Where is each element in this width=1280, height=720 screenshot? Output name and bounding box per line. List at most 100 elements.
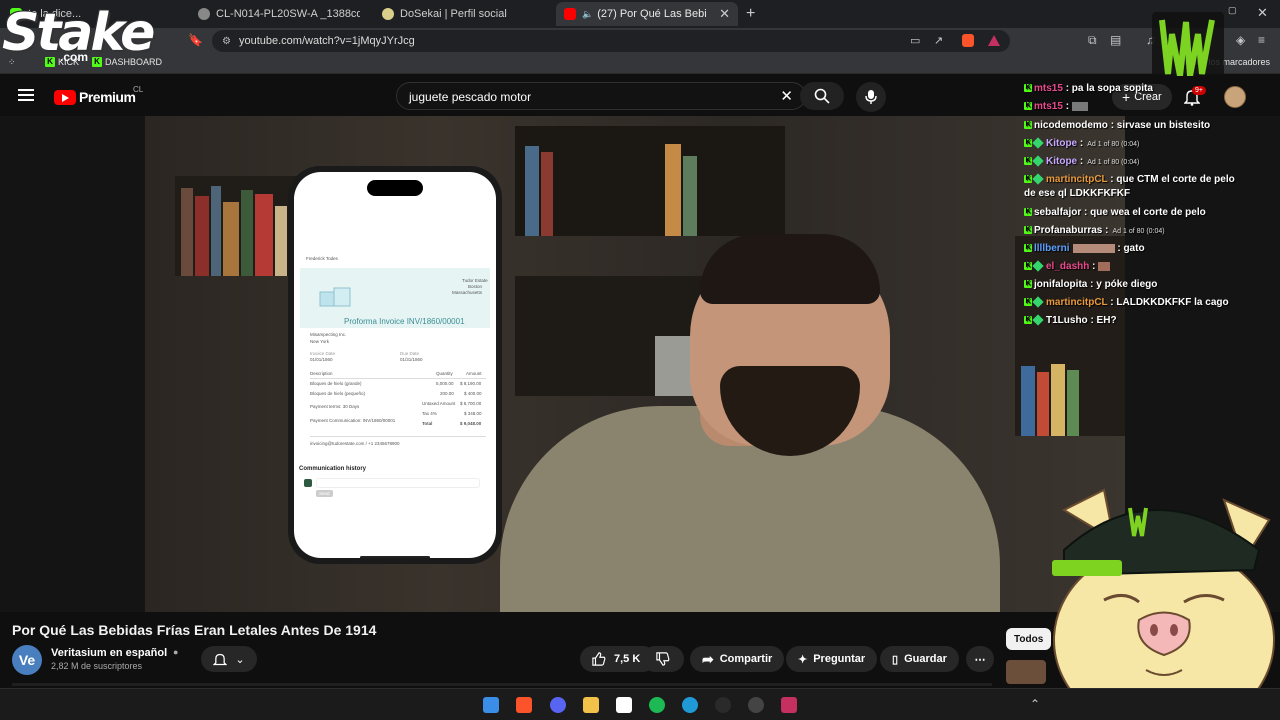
brave-shields-icon[interactable]: [962, 34, 974, 47]
new-tab-icon[interactable]: +: [746, 5, 755, 23]
book: [665, 144, 681, 236]
address-bar-row: 🔖 ⚙ youtube.com/watch?v=1jMqyJYrJcg ▭ ↗ …: [0, 28, 1280, 54]
tab-label: CL-N014-PL20SW-A _1388cd001ff64: [216, 8, 360, 20]
brave-rewards-icon[interactable]: [988, 35, 1000, 46]
bookmark-icon[interactable]: 🔖: [188, 33, 203, 47]
chat-message: KmartincitpCL : LALDKKDKFKF la cago: [1024, 296, 1229, 309]
monster-logo: [1152, 12, 1224, 86]
more-icon: ⋯: [974, 653, 986, 666]
share-icon[interactable]: ↗: [934, 34, 943, 47]
youtube-logo[interactable]: Premium: [54, 89, 136, 105]
related-video-thumbnail[interactable]: [1006, 660, 1046, 684]
tab-dosekai[interactable]: DoSekai | Perfil social: [382, 2, 542, 26]
clear-search-icon[interactable]: ✕: [780, 87, 793, 105]
kick-badge-icon: K: [1024, 244, 1032, 253]
valorant-icon[interactable]: [781, 697, 797, 713]
capture-icon[interactable]: [616, 697, 632, 713]
col-quantity: Quantity: [436, 371, 453, 376]
chat-text: : gato: [1117, 243, 1145, 254]
tab-cl[interactable]: CL-N014-PL20SW-A _1388cd001ff64: [198, 2, 360, 26]
cast-icon[interactable]: ▭: [910, 34, 920, 47]
tax-label: Tax 4%: [422, 411, 437, 416]
chat-text: de ese ql LDKKFKFKF: [1024, 188, 1131, 199]
dislike-button[interactable]: [642, 646, 684, 672]
send-button[interactable]: Send: [316, 490, 333, 497]
youtube-play-icon: [54, 89, 76, 105]
channel-avatar[interactable]: Ve: [12, 645, 42, 675]
kick-badge-icon: K: [1024, 102, 1032, 111]
menu-icon[interactable]: ≡: [1258, 33, 1265, 47]
chat-message: K Profanaburras : Ad 1 of 80 (0:04): [1024, 224, 1165, 238]
windows-start-icon[interactable]: [483, 697, 499, 713]
chat-text: :: [1079, 156, 1084, 167]
chat-message: Kel_dashh :: [1024, 260, 1111, 273]
share-button[interactable]: ➦ Compartir: [690, 646, 785, 672]
chat-ad-label: Ad 1 of 80 (0:04): [1112, 228, 1165, 235]
extensions-icon[interactable]: ⧉: [1088, 33, 1097, 48]
invoice-row-desc: Bloques de hielo (pequeño): [310, 391, 366, 396]
message-input[interactable]: [316, 478, 480, 488]
youtube-logo-text: Premium: [79, 89, 136, 105]
book: [211, 186, 221, 276]
chat-username: martincitpCL: [1046, 174, 1108, 185]
chat-message: Ksebalfajor : que wea el corte de pelo: [1024, 206, 1206, 219]
invoice-row-desc: Bloques de hielo (grande): [310, 381, 362, 386]
window-close-icon[interactable]: ✕: [1257, 5, 1268, 21]
chat-ad-label: Ad 1 of 80 (0:04): [1087, 159, 1140, 166]
book: [241, 190, 253, 276]
site-info-icon[interactable]: ⚙: [222, 36, 231, 47]
vpn-icon[interactable]: ◈: [1236, 33, 1245, 47]
chat-text: : pa la sopa sopita: [1065, 83, 1153, 94]
channel-name[interactable]: Veritasium en español: [51, 647, 167, 659]
payment-terms: Payment terms: 30 Days: [310, 404, 360, 409]
book: [525, 146, 539, 236]
divider: [310, 436, 486, 437]
save-button[interactable]: ▯ Guardar: [880, 646, 959, 672]
company-name: Frederick Todes: [306, 256, 338, 261]
edge-icon[interactable]: [682, 697, 698, 713]
invoice-client: New York: [310, 339, 330, 344]
chat-text: :: [1065, 101, 1070, 112]
spotify-icon[interactable]: [649, 697, 665, 713]
chat-message: Kllllberni : gato: [1024, 242, 1145, 255]
thumbs-down-icon: [656, 652, 670, 666]
sidebar-icon[interactable]: ▤: [1110, 33, 1121, 47]
url-text: youtube.com/watch?v=1jMqyJYrJcg: [238, 35, 415, 47]
invoice-client: Misampecting Inc.: [310, 332, 347, 337]
chat-username: mts15: [1034, 83, 1063, 94]
obs-icon[interactable]: [715, 697, 731, 713]
chat-username: jonifalopita: [1034, 279, 1088, 290]
brave-icon[interactable]: [516, 697, 532, 713]
country-code: CL: [133, 85, 144, 94]
chat-message: K T1Lusho : EH?: [1024, 314, 1117, 327]
book: [683, 156, 697, 236]
book: [1051, 364, 1065, 436]
kick-badge-icon: K: [1024, 316, 1032, 325]
chat-text: : EH?: [1090, 315, 1117, 326]
tab-youtube[interactable]: 🔈 (27) Por Qué Las Bebidas Frías ✕: [556, 2, 738, 26]
steam-icon[interactable]: [748, 697, 764, 713]
search-box[interactable]: juguete pescado motor ✕: [396, 82, 806, 110]
phone-home-bar: [360, 556, 430, 558]
chat-text: : y póke diego: [1090, 279, 1158, 290]
search-input[interactable]: juguete pescado motor: [409, 90, 531, 104]
voice-search-button[interactable]: [856, 82, 886, 112]
restore-icon[interactable]: ▢: [1228, 5, 1237, 16]
chat-text: : que wea el corte de pelo: [1084, 207, 1206, 218]
windows-taskbar: ⌃: [0, 688, 1280, 720]
invoice-title: Proforma Invoice INV/1860/00001: [344, 317, 465, 326]
ask-button[interactable]: ✦ Preguntar: [786, 646, 878, 672]
hamburger-menu-icon[interactable]: [18, 89, 34, 101]
chevron-up-icon[interactable]: ⌃: [1030, 697, 1040, 711]
more-actions-button[interactable]: ⋯: [966, 646, 994, 672]
chat-message: K Kitope : Ad 1 of 80 (0:04): [1024, 155, 1139, 169]
chat-username: mts15: [1034, 101, 1063, 112]
close-tab-icon[interactable]: ✕: [719, 6, 730, 22]
search-button[interactable]: [800, 82, 844, 110]
subscription-notifications-button[interactable]: ⌄: [201, 646, 257, 672]
chat-avatar: [304, 479, 312, 487]
address-bar[interactable]: ⚙ youtube.com/watch?v=1jMqyJYrJcg ▭ ↗: [212, 30, 1010, 52]
file-explorer-icon[interactable]: [583, 697, 599, 713]
chat-text: : sirvase un bistesito: [1110, 120, 1211, 131]
discord-icon[interactable]: [550, 697, 566, 713]
